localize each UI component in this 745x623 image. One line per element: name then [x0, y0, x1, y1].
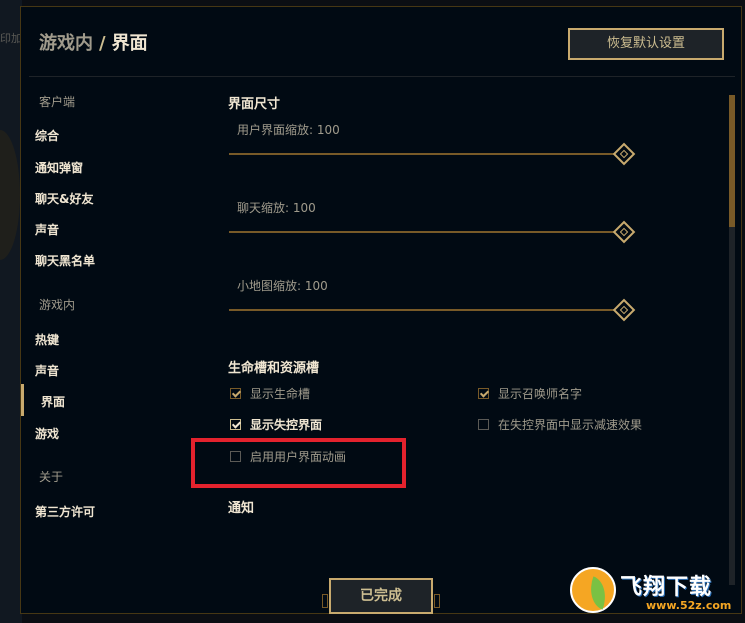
sidebar-item-game[interactable]: 游戏: [35, 425, 59, 442]
breadcrumb-separator: /: [99, 33, 106, 54]
section-title-notifications: 通知: [228, 501, 255, 516]
sidebar-item-interface[interactable]: 界面: [41, 393, 65, 410]
chat-scale-slider[interactable]: [229, 231, 617, 233]
content-scrollbar-thumb[interactable]: [729, 95, 735, 227]
client-backdrop-left: 印加: [0, 0, 22, 623]
show-summoner-names-label: 显示召唤师名字: [498, 387, 583, 401]
sidebar-item-game-sound[interactable]: 声音: [35, 362, 59, 379]
backdrop-decoration: [0, 130, 20, 260]
nav-group-client: 客户端: [39, 95, 76, 109]
chat-scale-slider-handle[interactable]: [612, 220, 636, 244]
done-button[interactable]: 已完成: [329, 578, 433, 614]
show-slow-in-cc-label: 在失控界面中显示减速效果: [498, 418, 643, 432]
done-button-ornament-left: [322, 594, 328, 608]
leaf-icon: [583, 576, 613, 610]
show-slow-in-cc-checkbox[interactable]: [478, 419, 489, 430]
sidebar-item-third-party-licenses[interactable]: 第三方许可: [35, 503, 95, 520]
show-health-bars-label: 显示生命槽: [250, 387, 311, 401]
ui-scale-label: 用户界面缩放: 100: [237, 123, 340, 137]
section-title-health-bars: 生命槽和资源槽: [228, 361, 320, 376]
content-scrollbar[interactable]: [729, 95, 735, 585]
watermark-badge-icon: [570, 567, 616, 613]
watermark-name: 飞翔下载: [620, 575, 713, 600]
show-slow-in-cc-option[interactable]: 在失控界面中显示减速效果: [478, 416, 642, 433]
show-crowd-control-label: 显示失控界面: [250, 418, 323, 432]
show-summoner-names-checkbox[interactable]: [478, 388, 489, 399]
backdrop-peek-text: 印加: [0, 32, 22, 45]
minimap-scale-slider-handle[interactable]: [612, 298, 636, 322]
sidebar-item-notifications[interactable]: 通知弹窗: [35, 159, 83, 176]
watermark-logo: 飞翔下载 www.52z.com: [566, 565, 744, 621]
nav-group-about: 关于: [39, 470, 64, 484]
ui-scale-slider-handle[interactable]: [612, 142, 636, 166]
sidebar-item-chat-blocklist[interactable]: 聊天黑名单: [35, 252, 95, 269]
sidebar-item-hotkeys[interactable]: 热键: [35, 331, 59, 348]
annotation-highlight-box: [191, 438, 406, 488]
sidebar-item-chat-friends[interactable]: 聊天&好友: [35, 190, 93, 207]
settings-modal: 游戏内 / 界面 恢复默认设置 客户端 综合 通知弹窗 聊天&好友 声音 聊天黑名单…: [20, 6, 742, 614]
sidebar-item-client-sound[interactable]: 声音: [35, 221, 59, 238]
active-indicator: [21, 384, 24, 416]
header-divider: [29, 76, 735, 77]
section-title-interface-size: 界面尺寸: [228, 97, 281, 112]
ui-scale-slider[interactable]: [229, 153, 617, 155]
show-health-bars-checkbox[interactable]: [230, 388, 241, 399]
reset-defaults-button[interactable]: 恢复默认设置: [568, 28, 724, 60]
show-crowd-control-option[interactable]: 显示失控界面: [230, 416, 322, 433]
show-health-bars-option[interactable]: 显示生命槽: [230, 385, 310, 402]
nav-group-in-game: 游戏内: [39, 298, 76, 312]
show-crowd-control-checkbox[interactable]: [230, 419, 241, 430]
breadcrumb-current: 界面: [111, 33, 148, 54]
chat-scale-label: 聊天缩放: 100: [237, 201, 316, 215]
page-title: 游戏内 / 界面: [39, 29, 148, 55]
breadcrumb-parent: 游戏内: [39, 33, 93, 54]
done-button-ornament-right: [434, 594, 440, 608]
sidebar-item-general[interactable]: 综合: [35, 127, 59, 144]
watermark-url: www.52z.com: [646, 599, 732, 612]
minimap-scale-slider[interactable]: [229, 309, 617, 311]
minimap-scale-label: 小地图缩放: 100: [237, 279, 328, 293]
show-summoner-names-option[interactable]: 显示召唤师名字: [478, 385, 582, 402]
